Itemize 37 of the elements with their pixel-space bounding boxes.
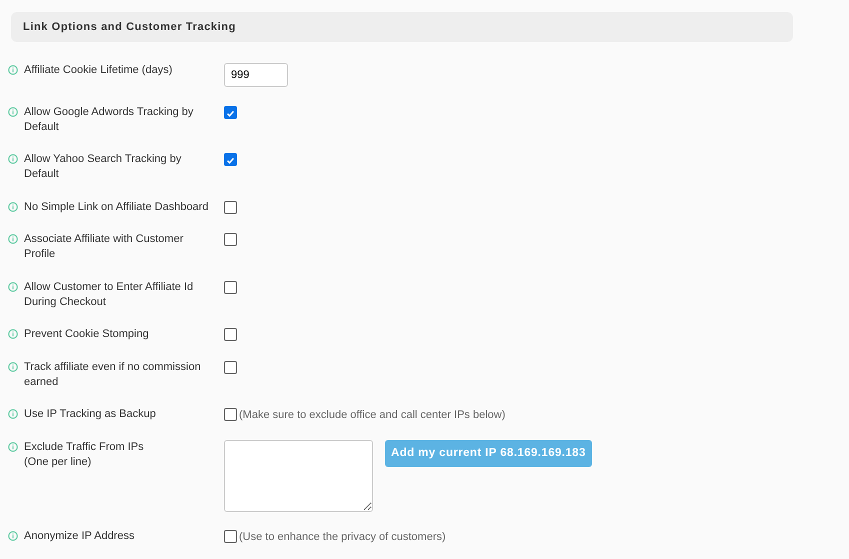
checkbox[interactable] — [224, 200, 237, 214]
setting-label: Affiliate Cookie Lifetime (days) — [24, 63, 172, 78]
setting-label: Exclude Traffic From IPs — [24, 440, 144, 454]
ip-textarea[interactable] — [224, 440, 373, 512]
setting-hint: (One per line) — [24, 454, 92, 470]
setting-label: Track affiliate even if no commission earned — [24, 360, 202, 390]
info-icon[interactable] — [8, 409, 18, 419]
section-title: Link Options and Customer Tracking — [23, 21, 236, 33]
checkbox[interactable] — [224, 328, 237, 341]
checkbox[interactable] — [224, 408, 237, 421]
info-icon[interactable] — [8, 65, 18, 75]
setting-label: Allow Google Adwords Tracking by Default — [24, 104, 194, 134]
info-icon[interactable] — [8, 362, 18, 372]
info-icon[interactable] — [8, 329, 18, 339]
setting-label: No Simple Link on Affiliate Dashboard — [24, 200, 208, 214]
info-icon[interactable] — [8, 202, 18, 212]
info-icon[interactable] — [8, 531, 18, 541]
checkbox[interactable] — [224, 280, 237, 294]
setting-label: Use IP Tracking as Backup — [24, 407, 156, 422]
setting-note: (Make sure to exclude office and call center IPs below) — [239, 409, 506, 421]
days-field[interactable]: 999 — [224, 63, 288, 87]
info-icon[interactable] — [8, 442, 18, 452]
checkbox[interactable] — [224, 106, 237, 118]
setting-label: Allow Customer to Enter Affiliate Id During Checkout — [24, 280, 194, 310]
info-icon[interactable] — [8, 106, 18, 116]
info-icon[interactable] — [8, 282, 18, 292]
setting-label: Prevent Cookie Stomping — [24, 327, 149, 342]
checkbox[interactable] — [224, 153, 237, 166]
setting-label: Anonymize IP Address — [24, 529, 134, 544]
checkbox[interactable] — [224, 233, 237, 246]
setting-note: (Use to enhance the privacy of customers) — [239, 531, 446, 543]
setting-label: Allow Yahoo Search Tracking by Default — [24, 152, 182, 182]
checkbox[interactable] — [224, 360, 237, 374]
checkbox[interactable] — [224, 530, 237, 543]
setting-label: Associate Affiliate with Customer Profile — [24, 232, 184, 262]
info-icon[interactable] — [8, 234, 18, 244]
info-icon[interactable] — [8, 154, 18, 164]
